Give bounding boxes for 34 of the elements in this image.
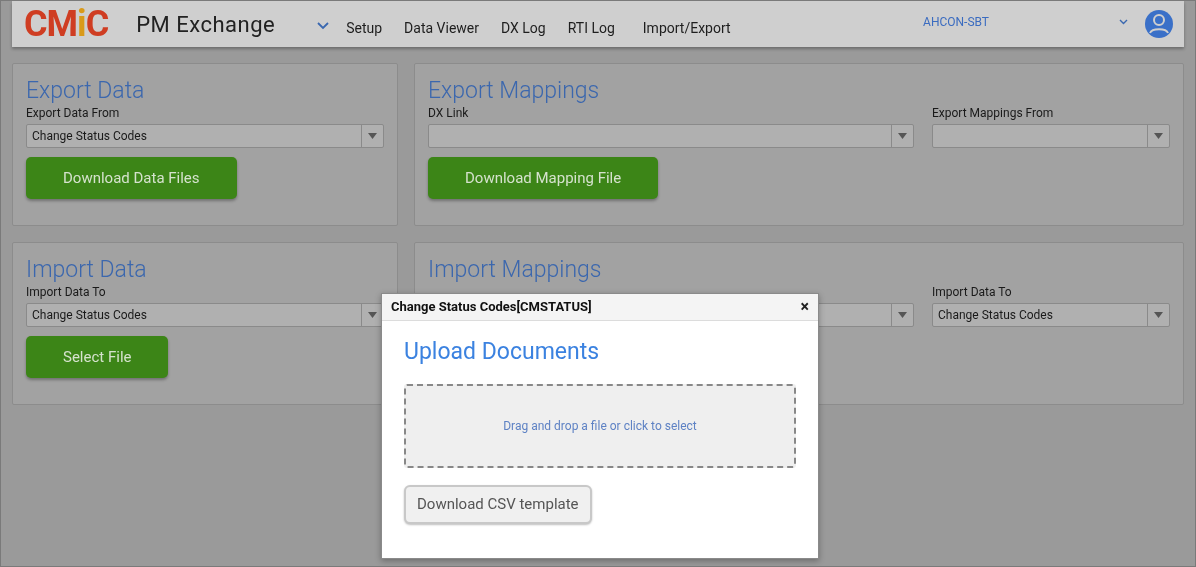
dropdown-arrow-icon	[898, 312, 907, 318]
dropdown-field[interactable]	[428, 124, 914, 148]
dialog-title: Change Status Codes[CMSTATUS]	[391, 298, 592, 317]
dropdown-field[interactable]: Change Status Codes	[932, 303, 1170, 327]
dropdown-arrow-icon	[1154, 312, 1163, 318]
nav-link[interactable]: Import/Export	[642, 17, 731, 39]
field-label: Import Data To	[932, 284, 1012, 301]
panel-title: Export Mappings	[428, 78, 601, 104]
field-label: Import Data To	[26, 284, 106, 301]
chevron-down-icon[interactable]	[1119, 19, 1128, 25]
dialog-heading: Upload Documents	[404, 338, 601, 366]
logo: CMiC	[24, 6, 109, 42]
field-label: DX Link	[428, 105, 469, 122]
panel-title: Import Mappings	[428, 257, 603, 283]
chevron-down-icon[interactable]	[317, 22, 330, 30]
dropdown-field[interactable]: Change Status Codes	[26, 303, 384, 327]
dropdown-arrow-icon	[1154, 133, 1163, 139]
dropdown-field[interactable]	[932, 124, 1170, 148]
user-avatar-icon[interactable]	[1144, 9, 1174, 39]
download-template-button[interactable]: Download CSV template	[404, 485, 592, 524]
dropdown-arrow-icon	[898, 133, 907, 139]
field-label: Export Data From	[26, 105, 120, 122]
nav-link[interactable]: RTI Log	[567, 17, 615, 39]
nav-link[interactable]: Data Viewer	[404, 17, 479, 39]
close-button[interactable]: ×	[800, 299, 809, 315]
app-title: PM Exchange	[136, 10, 276, 39]
nav-link[interactable]: Setup	[346, 17, 383, 39]
dropdown-arrow-icon	[368, 133, 377, 139]
field-label: Export Mappings From	[932, 105, 1054, 122]
panel-title: Import Data	[26, 257, 148, 283]
dropdown-arrow-icon	[368, 312, 377, 318]
nav-link[interactable]: DX Log	[501, 17, 546, 39]
dropdown-field[interactable]: Change Status Codes	[26, 124, 384, 148]
panel-title: Export Data	[26, 78, 146, 104]
